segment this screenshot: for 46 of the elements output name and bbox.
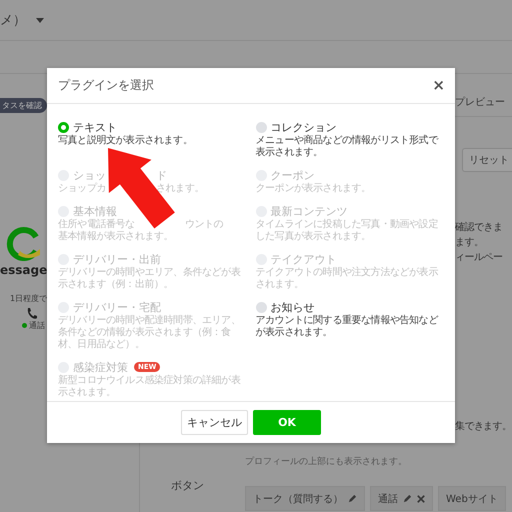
option-description: 住所や電話番号な (58, 219, 135, 230)
option-description: 写真と説明文が表示されます。 (58, 135, 194, 147)
action-chip[interactable]: Webサイト (438, 486, 506, 511)
note-text: 確認できま (455, 220, 502, 235)
action-chip[interactable]: トーク（質問する） (245, 486, 365, 511)
action-chip[interactable]: 通話 (370, 486, 433, 511)
close-button[interactable]: × (432, 78, 445, 93)
note-text: 集できます。 (455, 420, 512, 433)
note-text: ます。 (455, 236, 484, 250)
option-title[interactable]: コレクション (270, 120, 336, 134)
option-description: されます。 (156, 183, 204, 194)
option-description: ショップカ (58, 183, 106, 194)
option-description: アカウントに関する重要な情報や告知などが表示されます。 (256, 315, 440, 339)
response-time-text: 1日程度で (10, 293, 48, 304)
caret-icon[interactable] (36, 18, 44, 22)
option-description: デリバリーの時間やエリア、条件などが表示されます（例：出前）。 (58, 267, 242, 291)
remove-icon[interactable] (417, 494, 425, 502)
option-description: メニューや商品などの情報がリスト形式で表示されます。 (256, 135, 440, 159)
account-name: essage (0, 263, 48, 277)
option-description: 新型コロナウイルス感染症対策の詳細が表示されます。 (58, 375, 242, 399)
description-text: プロフィールの上部にも表示されます。 (245, 455, 408, 468)
option-description: ウントの (184, 219, 224, 230)
circular-logo-icon (6, 225, 42, 261)
call-label: 通話 (29, 320, 45, 331)
note-text: ィールペー (455, 251, 502, 265)
radio-button[interactable] (58, 122, 69, 132)
section-label: ボタン (171, 478, 205, 493)
dialog-title: プラグインを選択 (58, 77, 154, 94)
reset-button[interactable]: リセット (462, 148, 512, 172)
option-title[interactable]: テキスト (73, 120, 117, 134)
pencil-icon[interactable] (403, 494, 412, 503)
phone-icon (26, 307, 38, 320)
breadcrumb-text: メ） (0, 12, 26, 29)
option-description: クーポンが表示されます。 (256, 183, 372, 195)
radio-button[interactable] (256, 302, 266, 312)
option-description: タイムラインに投稿した写真・動画や設定した写真が表示されます。 (256, 219, 439, 243)
option-description: 基本情報が表示されます。 (58, 231, 174, 242)
pencil-icon[interactable] (348, 494, 357, 503)
option-title[interactable]: お知らせ (270, 300, 314, 314)
option-description: デリバリーの時間や配達時間帯、エリア、条件などの情報が表示されます（例：食材、日用品など）。 (58, 315, 242, 351)
option-description: テイクアウトの時間や注文方法などが表示されます。 (256, 267, 440, 291)
ok-button[interactable]: OK (253, 410, 321, 435)
status-dot-icon (22, 323, 27, 328)
radio-button[interactable] (256, 122, 266, 132)
cancel-button[interactable]: キャンセル (181, 410, 248, 435)
status-badge[interactable]: タスを確認 (0, 98, 47, 113)
